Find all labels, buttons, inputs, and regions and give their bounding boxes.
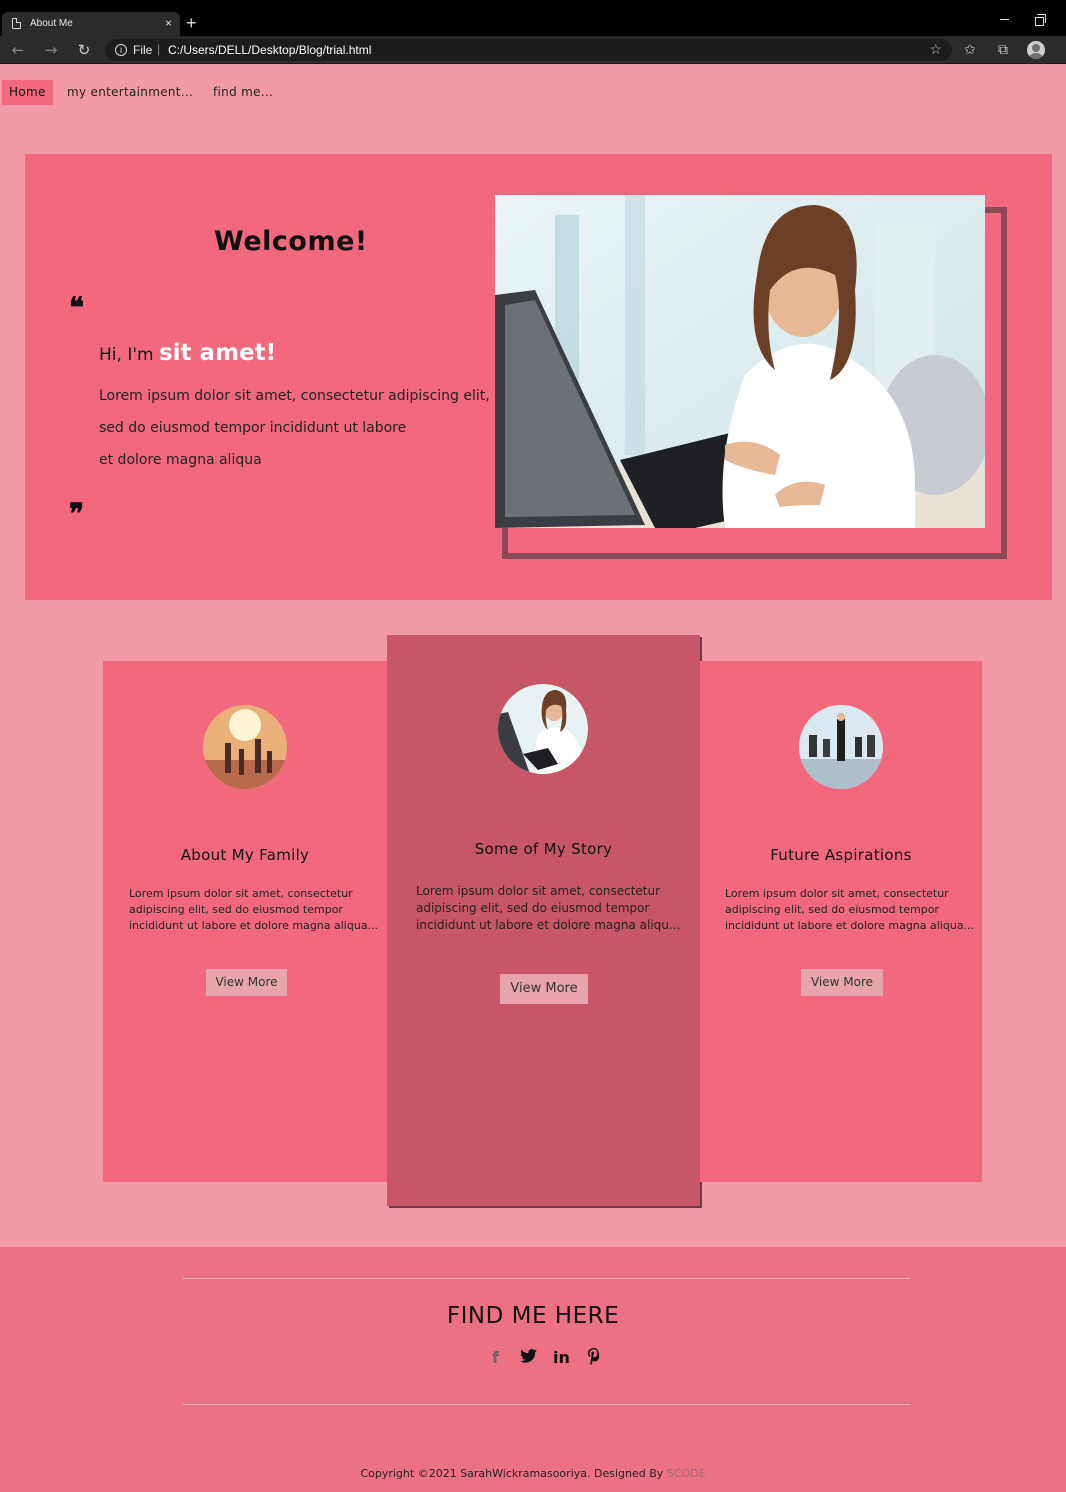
linkedin-icon[interactable]: in xyxy=(553,1348,570,1368)
greeting: Hi, I'm sit amet! xyxy=(99,340,276,366)
reload-icon[interactable]: ↻ xyxy=(74,40,94,60)
nav-item-home[interactable]: Home xyxy=(2,80,53,105)
card-description: Lorem ipsum dolor sit amet, consectetur … xyxy=(416,884,681,932)
restore-icon[interactable] xyxy=(1035,14,1046,26)
nav-item-find-me[interactable]: find me... xyxy=(213,80,273,105)
footer-divider-top xyxy=(183,1278,910,1279)
tab-title: About Me xyxy=(30,18,73,29)
tab-close-icon[interactable]: × xyxy=(165,16,172,30)
card-description: Lorem ipsum dolor sit amet, consectetur … xyxy=(725,887,975,932)
story-photo xyxy=(498,684,588,774)
address-separator: | xyxy=(157,42,161,56)
profile-avatar-icon[interactable] xyxy=(1027,41,1045,59)
nav-item-entertainment[interactable]: my entertainment... xyxy=(67,80,193,105)
collections-icon[interactable]: ⧉ xyxy=(993,40,1013,60)
card-my-story: Some of My Story Lorem ipsum dolor sit a… xyxy=(387,635,700,1206)
hero-line: Lorem ipsum dolor sit amet, consectetur … xyxy=(99,388,490,404)
view-more-button[interactable]: View More xyxy=(801,969,883,996)
info-icon[interactable]: i xyxy=(115,44,127,56)
hero-line: sed do eiusmod tempor incididunt ut labo… xyxy=(99,420,407,436)
address-scheme: File xyxy=(133,43,153,57)
facebook-icon[interactable]: f xyxy=(492,1348,499,1368)
view-more-button[interactable]: View More xyxy=(206,969,287,996)
hero-photo xyxy=(495,195,985,528)
family-photo xyxy=(203,705,287,789)
card-title: About My Family xyxy=(180,846,310,864)
card-title: Future Aspirations xyxy=(770,846,912,864)
pinterest-icon[interactable] xyxy=(587,1348,601,1370)
quote-close-icon: ❞ xyxy=(69,497,85,530)
new-tab-button[interactable]: + xyxy=(186,13,197,33)
browser-tab[interactable]: About Me × xyxy=(2,12,180,36)
favorites-icon[interactable]: ✩ xyxy=(960,40,980,60)
footer-divider-bottom xyxy=(183,1404,910,1405)
browser-tab-strip: About Me × + xyxy=(0,0,1066,36)
card-description: Lorem ipsum dolor sit amet, consectetur … xyxy=(129,887,379,932)
twitter-icon[interactable] xyxy=(520,1348,537,1368)
hero-section: Welcome! ❝ Hi, I'm sit amet! Lorem ipsum… xyxy=(25,154,1052,600)
browser-toolbar: ← → ↻ i File | C:/Users/DELL/Desktop/Blo… xyxy=(0,36,1066,64)
quote-open-icon: ❝ xyxy=(69,291,85,324)
minimize-icon[interactable] xyxy=(1000,14,1010,24)
view-more-button[interactable]: View More xyxy=(500,974,588,1004)
greeting-prefix: Hi, I'm xyxy=(99,345,154,365)
back-arrow-icon[interactable]: ← xyxy=(8,40,28,60)
address-url[interactable]: C:/Users/DELL/Desktop/Blog/trial.html xyxy=(168,43,371,57)
card-future-aspirations: Future Aspirations Lorem ipsum dolor sit… xyxy=(700,661,982,1182)
copyright: Copyright ©2021 SarahWickramasooriya. De… xyxy=(0,1467,1066,1480)
copyright-text: Copyright ©2021 SarahWickramasooriya. De… xyxy=(360,1467,664,1480)
designer-link[interactable]: SCODE xyxy=(667,1467,706,1480)
address-bar[interactable]: i File | C:/Users/DELL/Desktop/Blog/tria… xyxy=(105,39,952,61)
forward-arrow-icon[interactable]: → xyxy=(41,40,61,60)
hero-title: Welcome! xyxy=(214,226,368,257)
footer: FIND ME HERE f in Copyright ©2021 SarahW… xyxy=(0,1247,1066,1492)
hero-line: et dolore magna aliqua xyxy=(99,452,262,468)
card-title: Some of My Story xyxy=(474,840,613,858)
page-icon xyxy=(12,18,21,29)
footer-heading: FIND ME HERE xyxy=(446,1303,620,1329)
aspirations-photo xyxy=(799,705,883,789)
greeting-name: sit amet! xyxy=(158,340,277,366)
add-favorite-icon[interactable]: ☆ xyxy=(929,41,942,58)
card-about-family: About My Family Lorem ipsum dolor sit am… xyxy=(103,661,387,1182)
